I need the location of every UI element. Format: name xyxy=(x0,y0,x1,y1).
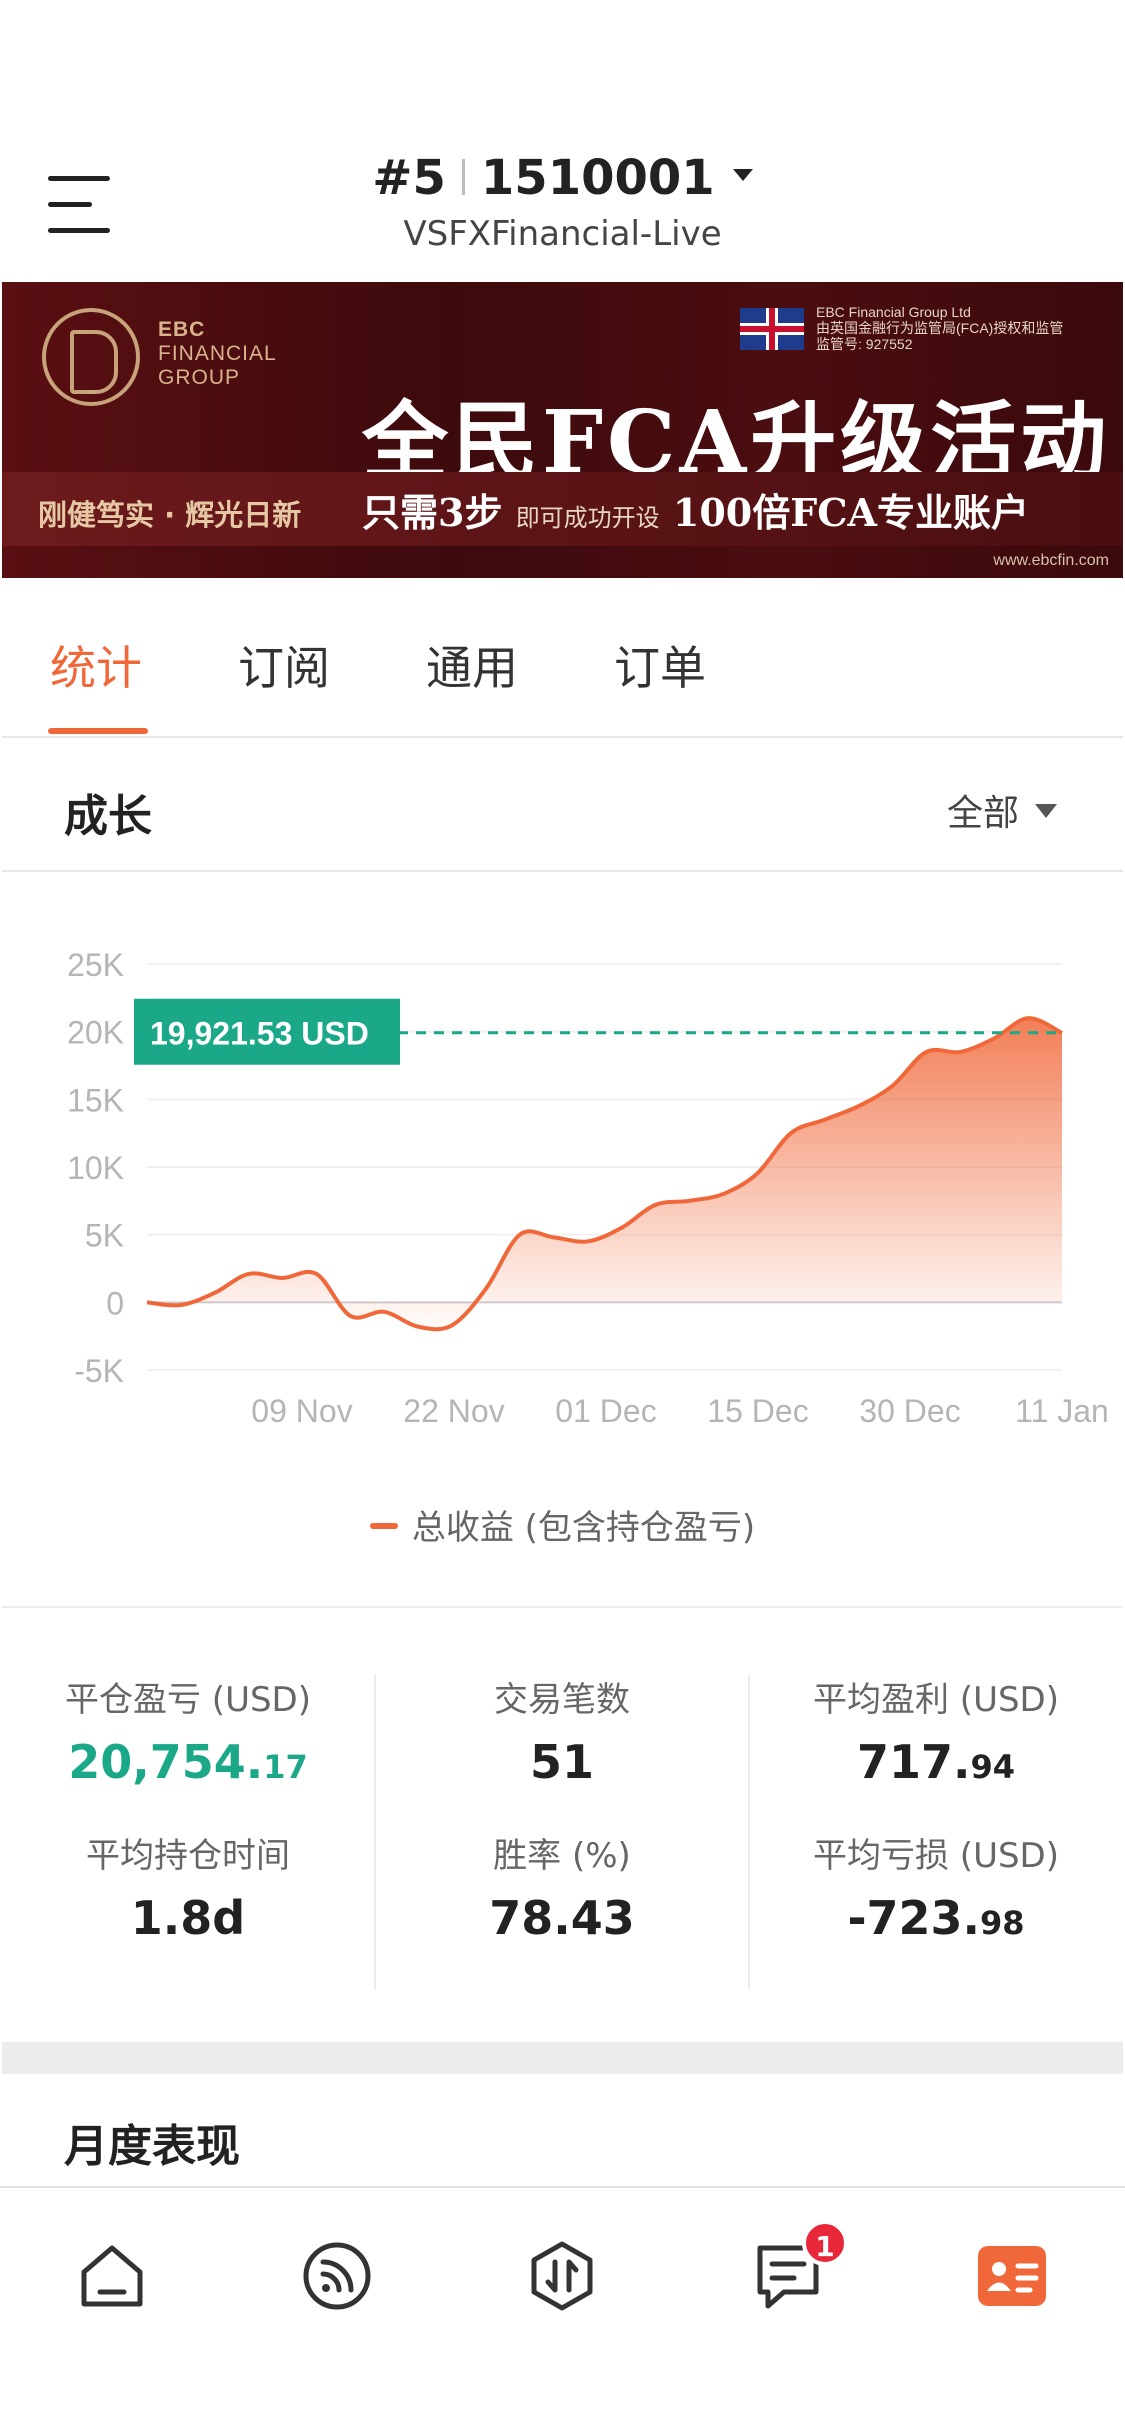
title-separator xyxy=(461,159,465,195)
server-name: VSFXFinancial-Live xyxy=(403,214,722,254)
x-tick-label: 11 Jan xyxy=(1015,1393,1109,1429)
top-bar: #5 1510001 VSFXFinancial-Live xyxy=(0,0,1125,282)
tab-orders[interactable]: 订单 xyxy=(614,632,706,698)
signal-feed-icon[interactable] xyxy=(297,2236,377,2316)
tab-subscribe[interactable]: 订阅 xyxy=(238,632,330,698)
uk-flag-icon xyxy=(740,308,804,350)
banner-url: www.ebcfin.com xyxy=(993,552,1109,569)
regulator-line-1: EBC Financial Group Ltd xyxy=(816,304,971,320)
unread-badge: 1 xyxy=(802,2220,848,2266)
monthly-title: 月度表现 xyxy=(64,2121,240,2172)
bottom-navigation: 1 xyxy=(0,2186,1125,2436)
promo-banner[interactable]: EBC FINANCIAL GROUP EBC Financial Group … xyxy=(2,282,1123,578)
home-icon[interactable] xyxy=(72,2236,152,2316)
stat-label: 交易笔数 xyxy=(494,1680,630,1720)
y-tick-label: 25K xyxy=(67,947,124,983)
messages-icon[interactable]: 1 xyxy=(748,2220,848,2316)
y-tick-label: 5K xyxy=(85,1218,124,1254)
stat-label: 平仓盈亏 (USD) xyxy=(65,1680,311,1720)
stat-value: 1.8d xyxy=(130,1891,246,1945)
stat-avg-profit: 平均盈利 (USD) 717.94 xyxy=(750,1672,1122,1789)
regulator-info: EBC Financial Group Ltd 由英国金融行为监管局(FCA)授… xyxy=(816,304,1063,352)
stat-label: 平均盈利 (USD) xyxy=(813,1680,1059,1720)
stat-label: 平均亏损 (USD) xyxy=(813,1836,1059,1876)
caret-down-icon xyxy=(732,169,753,181)
caret-down-icon xyxy=(1035,804,1057,818)
banner-slogan: 刚健笃实 · 辉光日新 xyxy=(38,498,302,532)
chart-legend: 总收益 (包含持仓盈亏) xyxy=(2,1500,1123,1549)
banner-subline: 只需3步 即可成功开设 100倍FCA专业账户 xyxy=(362,482,1029,537)
subline-part-1: 只需3步 xyxy=(362,490,503,535)
x-tick-label: 09 Nov xyxy=(251,1393,352,1429)
stat-avg-loss: 平均亏损 (USD) -723.98 xyxy=(750,1828,1122,1945)
stat-trades: 交易笔数 51 xyxy=(376,1672,748,1789)
period-filter[interactable]: 全部 xyxy=(947,784,1057,836)
y-tick-label: -5K xyxy=(74,1353,124,1389)
trade-exchange-icon[interactable] xyxy=(522,2236,602,2316)
section-divider xyxy=(2,2042,1123,2074)
stat-avg-hold-time: 平均持仓时间 1.8d xyxy=(2,1828,374,1945)
x-tick-label: 22 Nov xyxy=(403,1393,504,1429)
regulator-line-3: 监管号: 927552 xyxy=(816,336,913,352)
account-number: #5 xyxy=(372,150,446,206)
stat-closed-pnl: 平仓盈亏 (USD) 20,754.17 xyxy=(2,1672,374,1789)
stat-label: 平均持仓时间 xyxy=(86,1836,290,1876)
logo-line-3: GROUP xyxy=(158,366,241,389)
account-id: 1510001 xyxy=(480,150,715,206)
ebc-logo-icon xyxy=(42,308,140,406)
value-decimal: 98 xyxy=(980,1904,1025,1942)
account-card-icon[interactable] xyxy=(972,2236,1052,2316)
value-integer: -723. xyxy=(847,1891,981,1945)
growth-chart: 25K 20K 15K 10K 5K 0 -5K 09 Nov 22 Nov 01 Dec 15 D… xyxy=(2,872,1123,1608)
logo-line-1: EBC xyxy=(158,318,206,341)
growth-header: 成长 全部 xyxy=(2,740,1123,872)
ebc-logo-text: EBC FINANCIAL GROUP xyxy=(158,318,277,390)
active-tab-indicator xyxy=(48,728,148,734)
value-integer: 717. xyxy=(856,1735,971,1789)
stat-value: 717.94 xyxy=(750,1735,1122,1789)
tab-statistics[interactable]: 统计 xyxy=(50,632,142,698)
value-decimal: 94 xyxy=(970,1748,1016,1786)
subline-part-3: 100倍FCA专业账户 xyxy=(672,490,1029,535)
stat-value: -723.98 xyxy=(750,1891,1122,1945)
stat-label: 胜率 (%) xyxy=(493,1836,631,1876)
y-tick-label: 10K xyxy=(67,1150,124,1186)
x-tick-label: 30 Dec xyxy=(859,1393,960,1429)
stats-panel: 平仓盈亏 (USD) 20,754.17 交易笔数 51 平均盈利 (USD) … xyxy=(2,1610,1123,2042)
growth-chart-svg: 25K 20K 15K 10K 5K 0 -5K 09 Nov 22 Nov 01 Dec 15 D… xyxy=(67,947,1109,1429)
stat-value: 78.43 xyxy=(489,1891,635,1945)
account-switcher[interactable]: #5 1510001 xyxy=(0,150,1125,206)
y-tick-label: 20K xyxy=(67,1015,124,1051)
x-tick-label: 01 Dec xyxy=(555,1393,656,1429)
monthly-performance-section[interactable]: 月度表现 xyxy=(2,2074,1123,2186)
stat-value: 20,754.17 xyxy=(2,1735,374,1789)
logo-line-2: FINANCIAL xyxy=(158,342,277,365)
tab-general[interactable]: 通用 xyxy=(426,632,518,698)
value-integer: 20,754. xyxy=(68,1735,264,1789)
stat-value: 51 xyxy=(529,1735,594,1789)
period-filter-label: 全部 xyxy=(946,793,1019,834)
growth-title: 成长 xyxy=(64,791,152,842)
subline-part-2: 即可成功开设 xyxy=(515,504,660,532)
legend-swatch xyxy=(369,1522,398,1529)
stat-win-rate: 胜率 (%) 78.43 xyxy=(376,1828,748,1945)
y-tick-label: 0 xyxy=(106,1285,124,1321)
growth-area-fill xyxy=(147,1018,1062,1330)
current-value-label: 19,921.53 USD xyxy=(150,1016,369,1052)
x-tick-label: 15 Dec xyxy=(707,1393,808,1429)
value-decimal: 17 xyxy=(263,1748,308,1786)
y-tick-label: 15K xyxy=(67,1082,124,1118)
legend-label: 总收益 (包含持仓盈亏) xyxy=(411,1508,756,1548)
tab-bar: 统计 订阅 通用 订单 xyxy=(2,578,1123,738)
regulator-line-2: 由英国金融行为监管局(FCA)授权和监管 xyxy=(816,320,1064,336)
